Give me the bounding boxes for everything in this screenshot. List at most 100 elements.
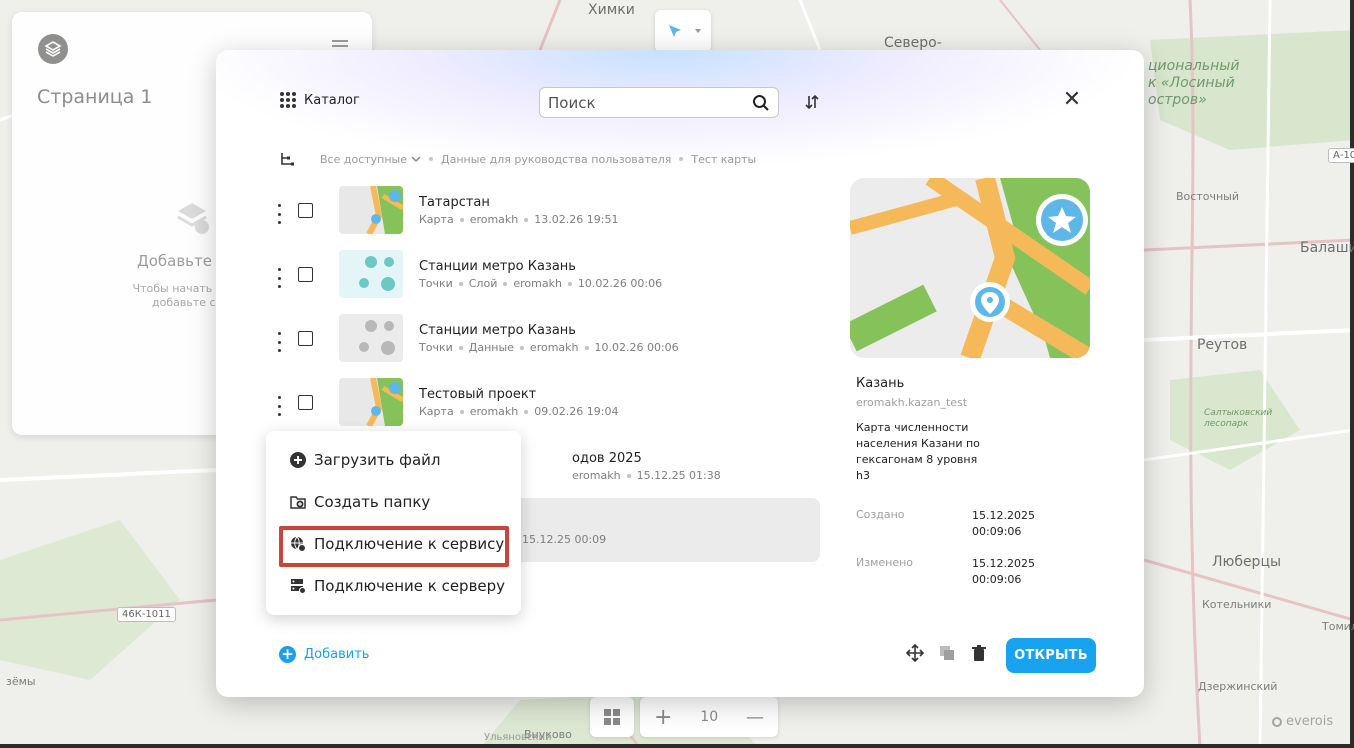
item-meta: 15.12.25 00:09	[522, 533, 607, 546]
grid-icon	[604, 709, 620, 725]
breadcrumb-item[interactable]: Данные для руководства пользователя	[441, 153, 671, 166]
more-vertical-icon[interactable]	[278, 396, 282, 416]
points-thumbnail-icon	[339, 250, 403, 298]
map-label-tomil: Томил	[1322, 620, 1354, 633]
breadcrumb-item[interactable]: Тест карты	[691, 153, 756, 166]
list-item[interactable]: Станции метро Казань Точки Слой eromakh 10.…	[272, 250, 820, 314]
map-label-himki: Химки	[588, 2, 635, 18]
item-meta: Карта eromakh 13.02.26 19:51	[419, 213, 619, 226]
breadcrumb-root-dropdown[interactable]: Все доступные	[320, 153, 421, 166]
menu-item-label: Загрузить файл	[314, 451, 441, 469]
empty-state-title: Добавьте с	[137, 252, 226, 270]
detail-title: Казань	[856, 376, 905, 391]
catalog-label: Каталог	[304, 92, 360, 108]
app-logo-icon	[38, 34, 68, 64]
menu-item-label: Создать папку	[314, 493, 431, 511]
highlight-frame	[279, 526, 509, 567]
chevron-down-icon	[411, 156, 421, 163]
item-name: Татарстан	[419, 195, 490, 210]
map-label-severo: Северо-	[884, 35, 942, 51]
cursor-arrow-icon	[669, 25, 701, 37]
zoom-out-button[interactable]: —	[746, 707, 764, 728]
map-label-lubertsy: Люберцы	[1212, 554, 1282, 570]
menu-item-upload-file[interactable]: Загрузить файл	[290, 451, 441, 469]
cursor-tool-button[interactable]	[655, 10, 711, 52]
brand-text: everois	[1286, 714, 1334, 729]
add-menu: Загрузить файл Создать папку Подключение…	[266, 431, 521, 615]
map-label-park: циональный к «Лосиный остров»	[1148, 58, 1240, 108]
search-box	[539, 87, 779, 118]
item-checkbox[interactable]	[298, 203, 313, 218]
apps-grid-icon	[280, 92, 296, 108]
road-badge-46k: 46К-1011	[117, 607, 176, 622]
map-label-vostochny: Восточный	[1176, 190, 1239, 203]
zoom-control: + 10 —	[640, 697, 778, 737]
trash-icon[interactable]	[970, 644, 988, 662]
breadcrumb: Все доступные Данные для руководства пол…	[280, 152, 756, 166]
add-label: Добавить	[304, 647, 370, 662]
more-vertical-icon[interactable]	[278, 332, 282, 352]
map-thumbnail-icon	[339, 186, 403, 234]
list-item[interactable]: Станции метро Казань Точки Данные eromakh 1…	[272, 314, 820, 378]
add-button[interactable]: + Добавить	[279, 646, 369, 663]
data-thumbnail-icon	[339, 314, 403, 362]
modified-label: Изменено	[856, 556, 914, 569]
map-thumbnail-icon	[339, 378, 403, 426]
menu-item-server-connection[interactable]: Подключение к серверу	[290, 577, 505, 595]
breadcrumb-root-label: Все доступные	[320, 152, 407, 166]
open-button[interactable]: ОТКРЫТЬ	[1006, 638, 1096, 673]
item-checkbox[interactable]	[298, 331, 313, 346]
plus-circle-icon	[290, 452, 306, 468]
folder-plus-icon	[290, 496, 306, 509]
catalog-button[interactable]: Каталог	[280, 92, 360, 108]
more-vertical-icon[interactable]	[278, 204, 282, 224]
plus-circle-icon: +	[279, 646, 296, 663]
road-badge-a10: А-10	[1328, 148, 1354, 163]
item-meta: eromakh 15.12.25 01:38	[572, 469, 721, 482]
zoom-in-button[interactable]: +	[654, 705, 672, 730]
sort-icon[interactable]	[802, 92, 822, 112]
menu-item-create-folder[interactable]: Создать папку	[290, 493, 430, 511]
item-name: Тестовый проект	[419, 387, 537, 402]
breadcrumb-separator	[679, 157, 684, 161]
more-vertical-icon[interactable]	[278, 268, 282, 288]
search-icon[interactable]	[752, 94, 770, 112]
page-title: Страница 1	[37, 86, 153, 108]
folder-tree-icon[interactable]	[280, 152, 294, 166]
brand-icon	[1272, 716, 1282, 727]
item-checkbox[interactable]	[298, 395, 313, 410]
zoom-level: 10	[700, 709, 719, 725]
move-icon[interactable]	[906, 644, 924, 662]
item-name: Станции метро Казань	[419, 323, 576, 338]
brand-logo: everois	[1272, 714, 1333, 729]
copy-icon[interactable]	[938, 644, 956, 662]
item-preview-image	[850, 178, 1090, 358]
item-actions	[906, 644, 988, 662]
item-meta: Точки Данные eromakh 10.02.26 00:06	[419, 341, 679, 354]
created-label: Создано	[856, 508, 905, 521]
breadcrumb-separator	[429, 157, 433, 161]
layers-add-icon	[177, 203, 209, 234]
menu-item-label: Подключение к серверу	[314, 577, 506, 595]
close-icon[interactable]: ✕	[1062, 89, 1082, 111]
item-name: Станции метро Казань	[419, 259, 576, 274]
item-name: одов 2025	[572, 451, 642, 466]
map-label-saltykov: Салтыковский лесопарк	[1204, 408, 1273, 429]
server-connect-icon	[291, 579, 306, 594]
map-label-kotelniki: Котельники	[1202, 598, 1272, 611]
map-label-dzerzh: Дзержинский	[1198, 680, 1278, 693]
detail-id: eromakh.kazan_test	[856, 396, 968, 409]
search-input[interactable]	[548, 93, 748, 112]
map-label-balash: Балаши	[1300, 240, 1354, 256]
zoom-bar: + 10 —	[590, 697, 780, 737]
map-label-ulyanov: Ульяновский	[484, 732, 552, 743]
item-checkbox[interactable]	[298, 267, 313, 282]
map-label-zemy: зёмы	[6, 675, 36, 688]
created-value: 15.12.2025 00:09:06	[972, 509, 1035, 538]
item-meta: Карта eromakh 09.02.26 19:04	[419, 405, 619, 418]
map-label-reutov: Реутов	[1197, 337, 1248, 353]
item-meta: Точки Слой eromakh 10.02.26 00:06	[419, 277, 663, 290]
list-item[interactable]: Татарстан Карта eromakh 13.02.26 19:51	[272, 186, 820, 250]
detail-description: Карта численности населения Казани по ге…	[856, 421, 980, 482]
grid-view-button[interactable]	[590, 697, 634, 737]
